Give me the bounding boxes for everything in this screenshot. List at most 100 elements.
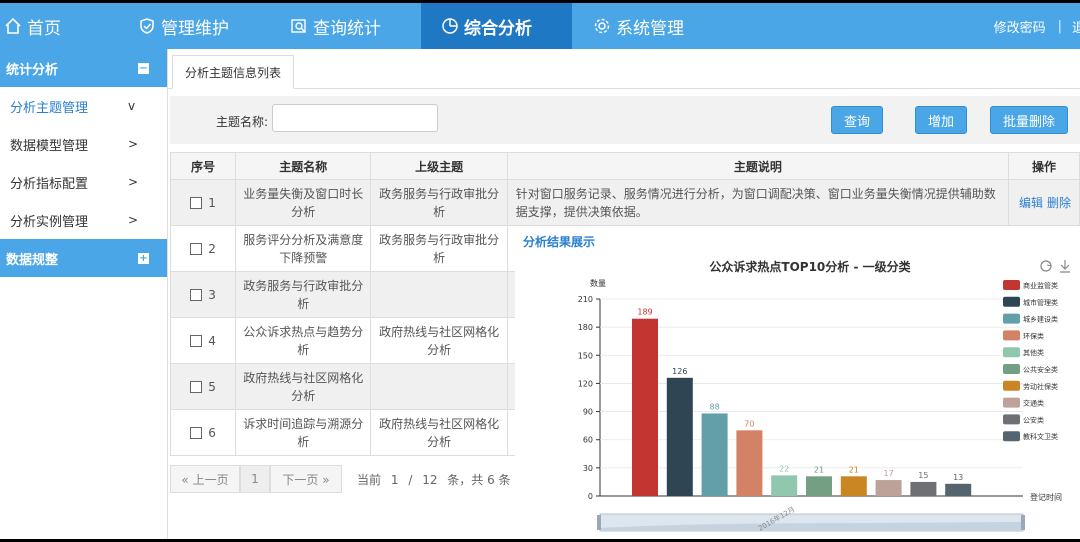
refresh-icon[interactable] — [1040, 260, 1052, 272]
sidebar-group-label: 数据规整 — [6, 252, 59, 268]
bar[interactable] — [771, 475, 798, 496]
query-button[interactable]: 查询 — [831, 106, 883, 134]
bar-value-label: 21 — [814, 465, 824, 474]
bar[interactable] — [701, 413, 728, 496]
tab-topic-list[interactable]: 分析主题信息列表 — [172, 55, 295, 89]
legend-label[interactable]: 劳动社保类 — [1023, 382, 1058, 391]
row-name: 诉求时间追踪与溯源分析 — [235, 409, 372, 456]
header-parent[interactable]: 上级主题 — [370, 152, 508, 180]
bar[interactable] — [910, 481, 937, 496]
y-tick-label: 210 — [578, 295, 593, 304]
chevron-right-icon: > — [128, 213, 139, 227]
sidebar-group-statistics[interactable]: 统计分析 − — [0, 49, 167, 87]
sidebar-item-instance-management[interactable]: 分析实例管理 > — [0, 201, 167, 239]
zoom-slider[interactable]: 2016年12月 — [597, 505, 1025, 533]
row-number: 3 — [208, 287, 216, 302]
sidebar-item-topic-management[interactable]: 分析主题管理 v — [0, 87, 167, 125]
y-axis-label: 数量 — [590, 278, 606, 288]
bar[interactable] — [945, 483, 972, 496]
row-checkbox[interactable] — [190, 197, 203, 209]
row-checkbox[interactable] — [190, 381, 203, 393]
batch-delete-button[interactable]: 批量删除 — [990, 106, 1068, 134]
legend-swatch[interactable] — [1003, 431, 1020, 442]
sidebar-group-data-cleanup[interactable]: 数据规整 + — [0, 239, 167, 277]
legend-swatch[interactable] — [1003, 347, 1020, 358]
y-tick-label: 120 — [578, 379, 593, 388]
logout-link[interactable]: 退 — [1072, 17, 1080, 36]
legend-label[interactable]: 城乡建设类 — [1023, 315, 1058, 324]
chevron-right-icon: > — [128, 137, 139, 151]
header-name[interactable]: 主题名称 — [235, 152, 372, 180]
nav-maintenance[interactable]: 管理维护 — [138, 3, 258, 49]
row-checkbox[interactable] — [190, 243, 203, 255]
legend-label[interactable]: 城市管理类 — [1023, 298, 1058, 307]
sidebar-item-data-model[interactable]: 数据模型管理 > — [0, 125, 167, 163]
zoom-handle-right[interactable] — [1021, 515, 1025, 530]
nav-query-stats-label: 查询统计 — [313, 18, 381, 39]
bar[interactable] — [875, 480, 902, 496]
legend-label[interactable]: 公安类 — [1023, 415, 1044, 424]
bar-value-label: 70 — [744, 419, 754, 428]
topic-name-input[interactable] — [272, 104, 438, 132]
bar-value-label: 21 — [849, 465, 859, 474]
bar[interactable] — [666, 377, 693, 496]
nav-system[interactable]: 系统管理 — [593, 3, 713, 49]
legend-swatch[interactable] — [1003, 296, 1020, 307]
bar-value-label: 13 — [953, 473, 963, 482]
sidebar-item-indicator-config[interactable]: 分析指标配置 > — [0, 163, 167, 201]
sidebar-item-label: 分析主题管理 — [10, 100, 89, 116]
sidebar-item-label: 分析实例管理 — [10, 214, 89, 230]
legend-label[interactable]: 环保类 — [1023, 331, 1044, 340]
top-navigation: 首页 管理维护 查询统计 综合分析 系统管理 修改密码 | 退 — [0, 3, 1080, 49]
legend-swatch[interactable] — [1003, 380, 1020, 391]
legend-swatch[interactable] — [1003, 397, 1020, 408]
search-bar: 主题名称: 查询 增加 批量删除 — [170, 96, 1080, 144]
page-number-button[interactable]: 1 — [240, 465, 270, 493]
legend-label[interactable]: 教科文卫类 — [1023, 432, 1058, 441]
row-ops: 编辑 删除 — [1007, 179, 1080, 226]
nav-home[interactable]: 首页 — [4, 3, 74, 49]
bar[interactable] — [632, 318, 658, 496]
change-password-link[interactable]: 修改密码 — [994, 17, 1046, 36]
row-name: 业务量失衡及窗口时长分析 — [235, 179, 372, 226]
download-icon[interactable] — [1060, 260, 1070, 273]
legend-swatch[interactable] — [1003, 330, 1020, 341]
y-tick-label: 150 — [578, 351, 593, 360]
zoom-handle-left[interactable] — [597, 515, 601, 530]
legend-label[interactable]: 商业监管类 — [1023, 281, 1058, 290]
legend-label[interactable]: 其他类 — [1023, 348, 1044, 357]
page-info: 当前 1 / 12 条，共 6 条 — [354, 471, 514, 488]
table-header-row: 序号 主题名称 上级主题 主题说明 操作 — [169, 152, 1080, 180]
row-checkbox[interactable] — [190, 289, 203, 301]
legend-swatch[interactable] — [1003, 414, 1020, 425]
bar[interactable] — [736, 430, 763, 496]
legend-swatch[interactable] — [1003, 364, 1020, 374]
sidebar: 统计分析 − 分析主题管理 v 数据模型管理 > 分析指标配置 > 分析实例管理… — [0, 49, 168, 539]
nav-analysis[interactable]: 综合分析 — [421, 3, 572, 49]
collapse-icon[interactable]: − — [138, 63, 149, 74]
nav-query-stats[interactable]: 查询统计 — [290, 3, 410, 49]
header-no: 序号 — [169, 152, 237, 180]
next-page-button[interactable]: 下一页 » — [270, 465, 342, 493]
legend-swatch[interactable] — [1003, 280, 1020, 290]
row-checkbox[interactable] — [190, 335, 203, 347]
delete-link[interactable]: 删除 — [1047, 196, 1071, 210]
table-row[interactable]: 1 业务量失衡及窗口时长分析 政务服务与行政审批分析 针对窗口服务记录、服务情况… — [169, 179, 1080, 226]
bar[interactable] — [840, 476, 867, 496]
pie-chart-icon — [442, 18, 458, 34]
bar[interactable] — [806, 476, 832, 496]
nav-maintenance-label: 管理维护 — [161, 18, 229, 39]
prev-page-button[interactable]: « 上一页 — [170, 465, 240, 493]
edit-link[interactable]: 编辑 — [1019, 196, 1043, 210]
legend-swatch[interactable] — [1003, 313, 1020, 324]
add-button[interactable]: 增加 — [915, 106, 967, 134]
row-number: 5 — [208, 379, 216, 394]
expand-icon[interactable]: + — [138, 253, 149, 264]
header-desc: 主题说明 — [506, 152, 1009, 180]
row-parent: 政府热线与社区网格化分析 — [370, 409, 508, 456]
bar-value-label: 126 — [672, 367, 687, 376]
row-checkbox[interactable] — [190, 427, 203, 439]
chart-legend: 商业监管类城市管理类城乡建设类环保类其他类公共安全类劳动社保类交通类公安类教科文… — [1003, 280, 1058, 442]
legend-label[interactable]: 交通类 — [1023, 399, 1044, 408]
legend-label[interactable]: 公共安全类 — [1023, 365, 1058, 374]
